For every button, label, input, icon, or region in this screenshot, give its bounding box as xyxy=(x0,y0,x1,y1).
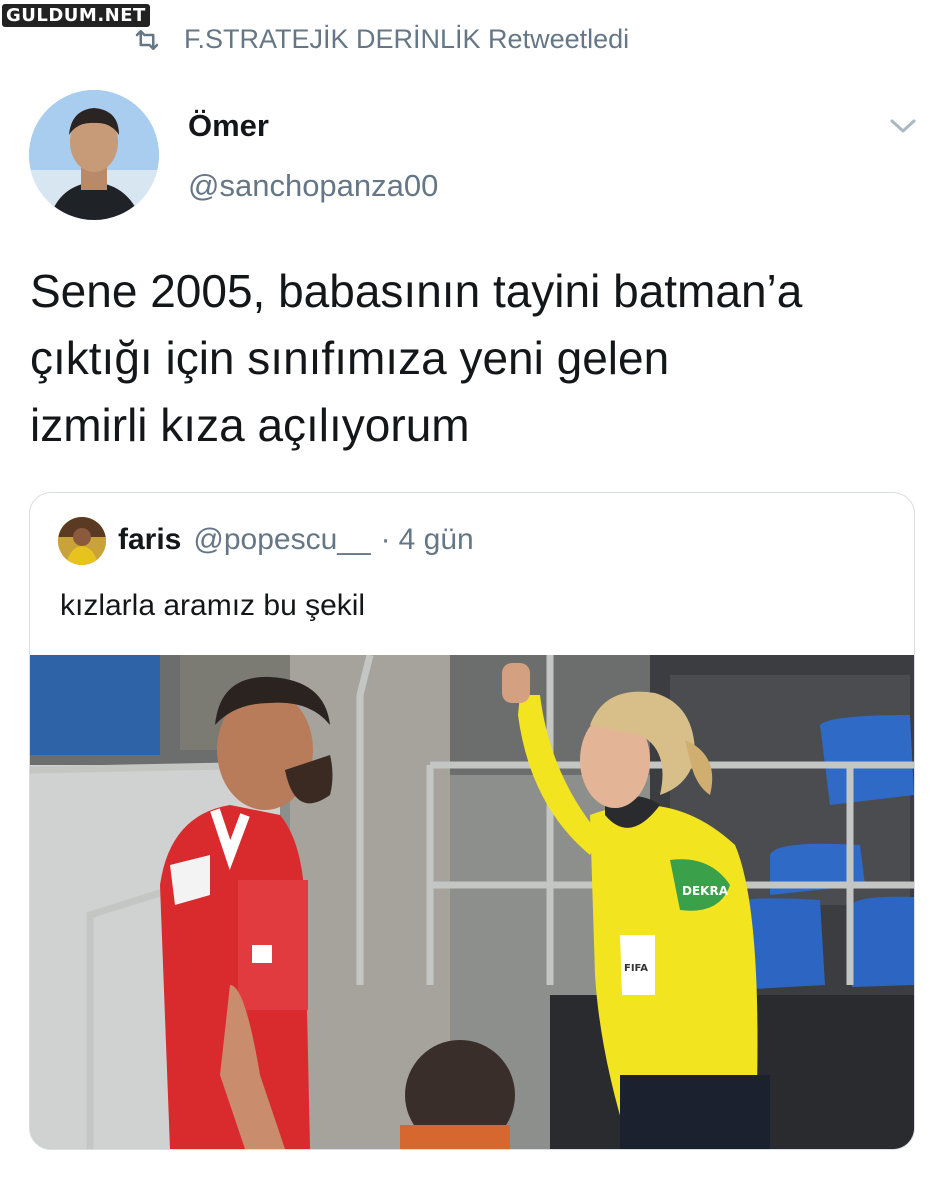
quoted-text: kızlarla aramız bu şekil xyxy=(60,589,366,622)
stadium-seat xyxy=(850,896,914,987)
author-avatar[interactable] xyxy=(29,90,159,220)
quoted-author-handle[interactable]: @popescu__ xyxy=(193,523,370,557)
chevron-down-icon[interactable] xyxy=(888,114,918,138)
author-avatar-image xyxy=(29,90,159,220)
quoted-tweet[interactable]: faris @popescu__ · 4 gün kızlarla aramız… xyxy=(29,492,915,1150)
quoted-avatar-image xyxy=(58,517,106,565)
retweet-context[interactable]: F.STRATEJİK DERİNLİK Retweetledi xyxy=(132,24,629,55)
football-photo: DEKRA FIFA xyxy=(30,655,914,1149)
quoted-photo[interactable]: DEKRA FIFA xyxy=(30,655,914,1149)
quoted-author-avatar[interactable] xyxy=(58,517,106,565)
quoted-author-name[interactable]: faris xyxy=(118,523,181,557)
stadium-seat xyxy=(30,655,160,755)
sleeve-badge-text: DEKRA xyxy=(682,884,729,898)
author-handle[interactable]: @sanchopanza00 xyxy=(188,168,438,204)
meta-separator: · xyxy=(380,523,391,556)
tweet-text: Sene 2005, babasının tayini batman’a çık… xyxy=(30,265,803,451)
retweet-icon xyxy=(135,29,159,50)
site-watermark: GULDUM.NET xyxy=(2,4,150,27)
stadium-seat xyxy=(820,715,914,805)
chest-badge-text: FIFA xyxy=(624,963,648,974)
quoted-timestamp[interactable]: 4 gün xyxy=(399,523,474,557)
author-name[interactable]: Ömer xyxy=(188,108,269,144)
quoted-meta: faris @popescu__ · 4 gün xyxy=(118,523,474,557)
retweet-label: F.STRATEJİK DERİNLİK Retweetledi xyxy=(184,24,630,54)
